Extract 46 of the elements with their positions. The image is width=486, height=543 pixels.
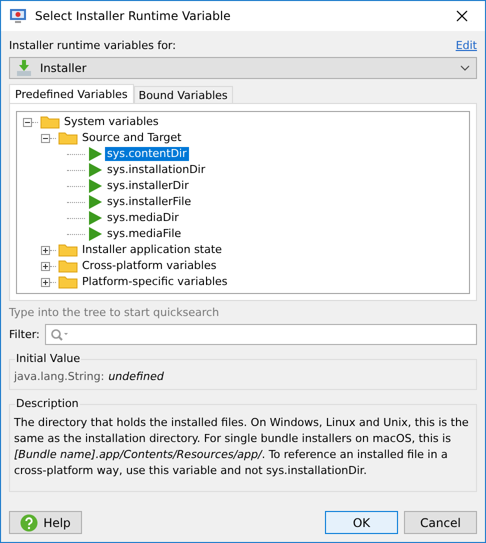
installer-dropdown[interactable]: Installer <box>9 57 477 79</box>
help-button[interactable]: Help <box>9 511 82 534</box>
tree-item[interactable]: Platform-specific variables <box>80 275 230 289</box>
value-type: java.lang.String: <box>14 370 104 383</box>
tree-item[interactable]: sys.contentDir <box>105 147 189 161</box>
group-title: Initial Value <box>15 352 82 365</box>
help-icon <box>20 514 38 532</box>
filter-label: Filter: <box>9 328 40 341</box>
monitor-icon <box>9 8 27 24</box>
group-title: Description <box>15 397 80 410</box>
tab[interactable]: Predefined Variables <box>9 84 134 103</box>
tree-item[interactable]: sys.installationDir <box>105 163 208 177</box>
window-title: Select Installer Runtime Variable <box>35 9 232 23</box>
tree-item[interactable]: sys.mediaDir <box>105 211 181 225</box>
download-icon <box>16 59 32 77</box>
tree-item[interactable]: sys.installerFile <box>105 195 194 209</box>
play-triangle-icon <box>87 226 103 242</box>
play-triangle-icon <box>87 178 103 194</box>
description-text: The directory that holds the installed files. On Windows, Linux and Unix, this is the same as the installation directory. For single bundle installers on macOS, this is [Bundle name].app/Contents/Resources/app/. To reference an installed file in a cross-platform way, use this variable and not sys.installationDir. <box>14 415 470 479</box>
play-triangle-icon <box>87 146 103 162</box>
folder-icon <box>40 115 60 129</box>
folder-icon <box>58 243 78 257</box>
play-triangle-icon <box>87 194 103 210</box>
ok-button[interactable]: OK <box>325 511 398 534</box>
tree-item[interactable]: sys.mediaFile <box>105 227 184 241</box>
search-icon <box>50 328 68 342</box>
folder-icon <box>58 259 78 273</box>
edit-link[interactable]: Edit <box>456 38 477 52</box>
folder-icon <box>58 131 78 145</box>
play-triangle-icon <box>87 162 103 178</box>
cancel-button[interactable]: Cancel <box>404 511 477 534</box>
tree-item[interactable]: Source and Target <box>80 131 184 145</box>
folder-icon <box>58 275 78 289</box>
close-icon <box>456 10 468 22</box>
scope-label: Installer runtime variables for: <box>9 38 176 52</box>
chevron-down-icon <box>460 65 470 71</box>
value-text: undefined <box>108 370 164 383</box>
quicksearch-hint: Type into the tree to start quicksearch <box>9 306 220 320</box>
dropdown-value: Installer <box>40 61 88 75</box>
tree-item[interactable]: Cross-platform variables <box>80 259 218 273</box>
filter-field[interactable] <box>44 324 477 345</box>
play-triangle-icon <box>87 210 103 226</box>
tree-item[interactable]: System variables <box>62 115 161 129</box>
tab[interactable]: Bound Variables <box>134 86 233 103</box>
tree-item[interactable]: sys.installerDir <box>105 179 191 193</box>
tree-item[interactable]: Installer application state <box>80 243 224 257</box>
